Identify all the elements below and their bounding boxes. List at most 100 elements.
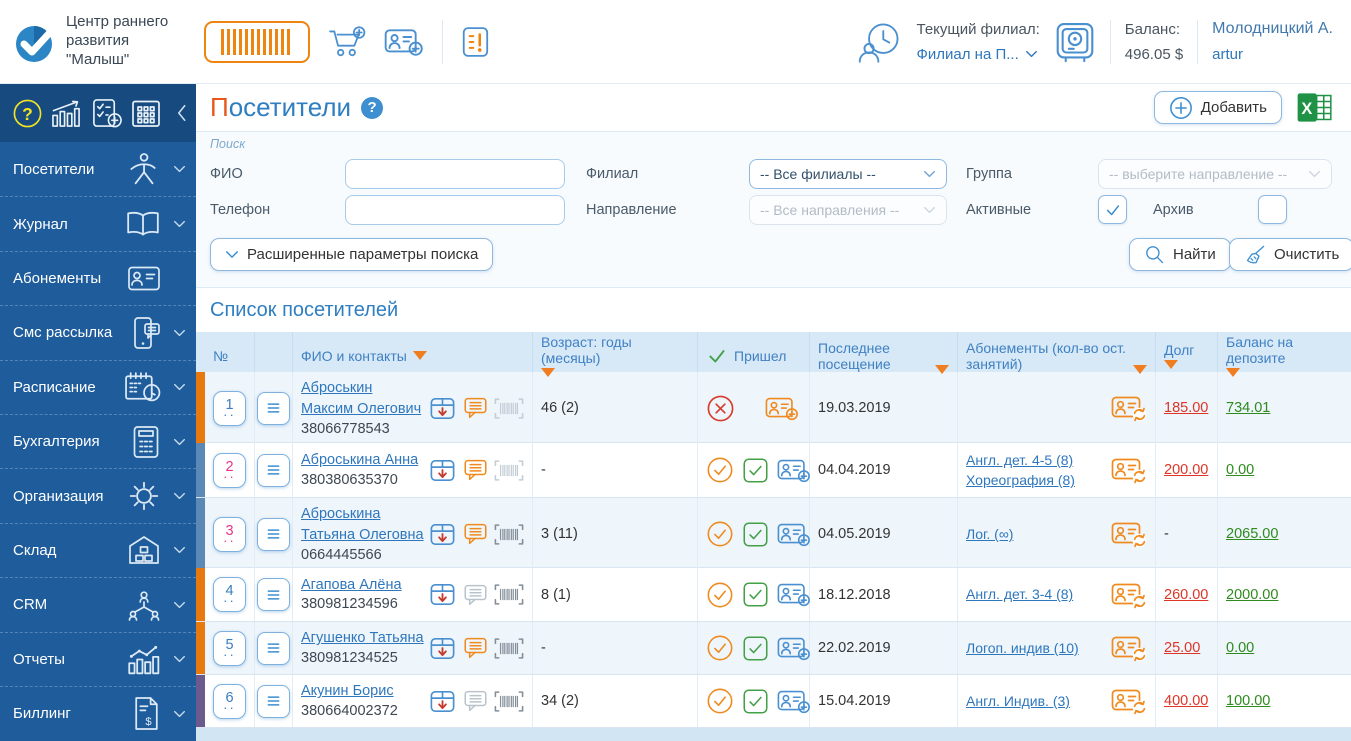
present-check-icon[interactable] (742, 688, 769, 715)
subscription-link[interactable]: Англ. Индив. (3) (966, 691, 1111, 711)
present-check-icon[interactable] (742, 457, 769, 484)
debt-link[interactable]: 200.00 (1164, 462, 1208, 478)
present-check-icon[interactable] (742, 581, 769, 608)
person-card-add-icon[interactable] (384, 26, 424, 58)
sidebar-item-reports[interactable]: Отчеты (0, 631, 196, 686)
row-number-button[interactable]: 6 ·· (213, 683, 246, 719)
subscription-link[interactable]: Хореография (8) (966, 470, 1111, 490)
present-check-icon[interactable] (742, 635, 769, 662)
visitor-name-link[interactable]: Аброськин Максим Олегович (301, 380, 421, 417)
sidebar-item-warehouse[interactable]: Склад (0, 522, 196, 577)
subscription-refresh-icon[interactable] (1111, 581, 1147, 609)
barcode-scan-button[interactable] (204, 20, 310, 63)
deposit-link[interactable]: 100.00 (1226, 693, 1270, 709)
archive-download-icon[interactable] (428, 634, 457, 663)
archive-download-icon[interactable] (428, 456, 457, 485)
deposit-link[interactable]: 0.00 (1226, 462, 1254, 478)
add-visitor-button[interactable]: Добавить (1153, 91, 1282, 124)
person-add-icon[interactable] (765, 395, 799, 422)
deposit-link[interactable]: 2065.00 (1226, 526, 1278, 542)
attended-check-icon[interactable] (706, 634, 734, 662)
find-button[interactable]: Найти (1129, 238, 1231, 271)
branch-selector[interactable]: Филиал на П... (917, 46, 1040, 63)
attended-check-icon[interactable] (706, 687, 734, 715)
collapse-sidebar-icon[interactable] (175, 103, 188, 123)
deposit-link[interactable]: 0.00 (1226, 640, 1254, 656)
user-login-link[interactable]: artur (1212, 46, 1333, 63)
export-excel-icon[interactable] (1296, 91, 1333, 124)
visitor-name-link[interactable]: Аброськина Анна (301, 452, 418, 468)
direction-select[interactable]: -- Все направления -- (749, 195, 947, 225)
chat-icon[interactable] (463, 636, 488, 660)
archive-download-icon[interactable] (428, 520, 457, 549)
present-check-icon[interactable] (742, 521, 769, 548)
row-number-button[interactable]: 4 ·· (213, 577, 246, 612)
row-number-button[interactable]: 3 ·· (213, 516, 246, 552)
group-select[interactable]: -- выберите направление -- (1098, 159, 1332, 189)
attended-check-icon[interactable] (706, 581, 734, 609)
sidebar-item-subscriptions[interactable]: Абонементы (0, 250, 196, 305)
row-menu-button[interactable] (257, 453, 290, 487)
archive-download-icon[interactable] (428, 394, 457, 423)
active-checkbox[interactable] (1098, 195, 1127, 224)
deposit-link[interactable]: 734.01 (1226, 400, 1270, 416)
subscription-refresh-icon[interactable] (1111, 456, 1147, 484)
visitor-name-link[interactable]: Аброськина Татьяна Олеговна (301, 506, 424, 543)
row-menu-button[interactable] (257, 391, 290, 425)
subscription-refresh-icon[interactable] (1111, 687, 1147, 715)
sidebar-item-billing[interactable]: Биллинг (0, 685, 196, 740)
barcode-icon[interactable] (494, 459, 524, 482)
help-icon[interactable] (12, 98, 43, 129)
chat-icon[interactable] (463, 689, 488, 713)
subscription-link[interactable]: Англ. дет. 3-4 (8) (966, 584, 1111, 604)
stats-icon[interactable] (50, 99, 83, 128)
archive-download-icon[interactable] (428, 580, 457, 609)
safe-icon[interactable] (1054, 21, 1096, 63)
debt-link[interactable]: 400.00 (1164, 693, 1208, 709)
sidebar-item-accounting[interactable]: Бухгалтерия (0, 413, 196, 468)
chat-icon[interactable] (463, 583, 488, 607)
debt-link[interactable]: 25.00 (1164, 640, 1200, 656)
sort-arrow-icon[interactable] (412, 351, 427, 361)
subscription-link[interactable]: Лог. (∞) (966, 524, 1111, 544)
sidebar-item-visitors[interactable]: Посетители (0, 142, 196, 196)
chat-icon[interactable] (463, 396, 488, 420)
row-menu-button[interactable] (257, 578, 290, 611)
debt-link[interactable]: 260.00 (1164, 587, 1208, 603)
cart-add-icon[interactable] (328, 25, 366, 59)
sort-arrow-icon[interactable] (1164, 360, 1178, 370)
row-menu-button[interactable] (257, 684, 290, 718)
sidebar-item-organization[interactable]: Организация (0, 468, 196, 522)
debt-link[interactable]: 185.00 (1164, 400, 1208, 416)
visitor-name-link[interactable]: Агушенко Татьяна (301, 630, 424, 646)
row-menu-button[interactable] (257, 631, 290, 665)
archive-download-icon[interactable] (428, 687, 457, 716)
attended-check-icon[interactable] (706, 520, 734, 548)
person-add-icon[interactable] (777, 688, 811, 715)
deposit-link[interactable]: 2000.00 (1226, 587, 1278, 603)
barcode-icon[interactable] (494, 397, 524, 420)
barcode-icon[interactable] (494, 637, 524, 660)
clear-button[interactable]: Очистить (1229, 238, 1351, 271)
advanced-search-button[interactable]: Расширенные параметры поиска (210, 238, 494, 271)
visitor-name-link[interactable]: Агапова Алёна (301, 577, 402, 593)
row-number-button[interactable]: 1 ·· (213, 390, 246, 426)
attended-check-icon[interactable] (706, 456, 734, 484)
report-alert-icon[interactable] (461, 26, 491, 58)
page-help-icon[interactable] (361, 96, 384, 119)
subscription-link[interactable]: Англ. дет. 4-5 (8) (966, 450, 1111, 470)
subscription-refresh-icon[interactable] (1111, 634, 1147, 662)
calendar-grid-icon[interactable] (130, 97, 162, 129)
row-number-button[interactable]: 2 ·· (213, 452, 246, 488)
branch-select[interactable]: -- Все филиалы -- (749, 159, 947, 189)
checklist-add-icon[interactable] (90, 98, 123, 129)
row-menu-button[interactable] (257, 517, 290, 551)
barcode-icon[interactable] (494, 690, 524, 713)
sidebar-item-sms[interactable]: Смс рассылка (0, 305, 196, 359)
subscription-link[interactable]: Логоп. индив (10) (966, 638, 1111, 658)
subscription-refresh-icon[interactable] (1111, 394, 1147, 422)
absent-x-icon[interactable] (706, 394, 735, 423)
chat-icon[interactable] (463, 522, 488, 546)
person-add-icon[interactable] (777, 457, 811, 484)
barcode-icon[interactable] (494, 583, 524, 606)
